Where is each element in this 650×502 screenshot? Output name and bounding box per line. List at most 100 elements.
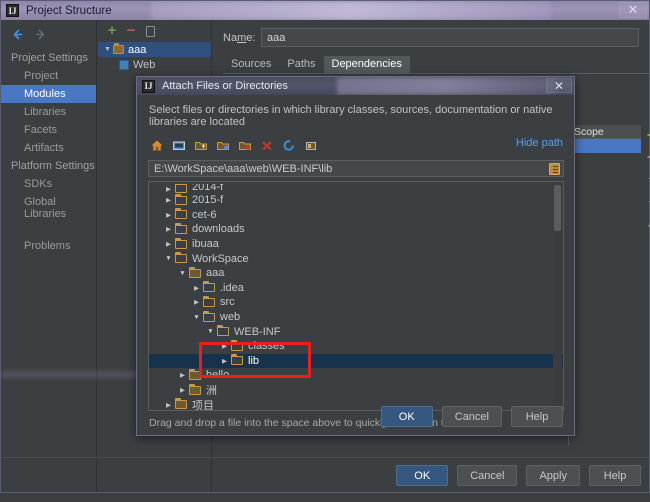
tree-row[interactable]: ▶ ibuaa	[149, 237, 563, 252]
delete-icon[interactable]	[259, 138, 274, 152]
chevron-right-icon[interactable]: ▶	[218, 342, 231, 350]
chevron-right-icon[interactable]: ▶	[162, 196, 175, 204]
chevron-right-icon[interactable]: ▶	[190, 284, 203, 292]
dependency-row-selected[interactable]	[569, 139, 641, 153]
tree-row[interactable]: ▶ downloads	[149, 222, 563, 237]
folder-icon	[175, 208, 187, 220]
scope-column-header[interactable]: Scope	[569, 125, 641, 139]
apply-button[interactable]: Apply	[526, 465, 580, 486]
ok-button[interactable]: OK	[396, 465, 449, 486]
name-label: Name:	[223, 31, 256, 44]
chevron-down-icon[interactable]: ▼	[204, 328, 217, 335]
chevron-right-icon[interactable]: ▶	[162, 211, 175, 219]
tab-sources[interactable]: Sources	[223, 56, 279, 73]
tree-row[interactable]: ▼ web	[149, 310, 563, 325]
tree-row[interactable]: ▼ WorkSpace	[149, 251, 563, 266]
add-dependency-button[interactable]	[646, 128, 650, 141]
tree-row[interactable]: ▶ 2015-f	[149, 193, 563, 208]
tree-row[interactable]: ▶ classes	[149, 339, 563, 354]
dialog-title-bar[interactable]: IJ Attach Files or Directories ✕	[137, 77, 574, 95]
dialog-title: Attach Files or Directories	[162, 80, 288, 92]
module-row-aaa[interactable]: ▼ aaa	[98, 42, 211, 57]
dialog-cancel-button[interactable]: Cancel	[441, 406, 502, 427]
module-row-web[interactable]: Web	[98, 57, 211, 72]
tree-row[interactable]: ▶ 洲	[149, 383, 563, 398]
chevron-right-icon[interactable]: ▶	[190, 298, 203, 306]
tab-dependencies[interactable]: Dependencies	[323, 56, 410, 73]
chevron-down-icon[interactable]: ▼	[162, 255, 175, 262]
help-button[interactable]: Help	[589, 465, 641, 486]
chevron-right-icon[interactable]: ▶	[162, 185, 175, 193]
show-hidden-icon[interactable]	[303, 138, 318, 152]
tree-scrollbar[interactable]	[553, 183, 562, 409]
sidebar-item-libraries[interactable]: Libraries	[1, 103, 96, 121]
dependency-side-toolbar	[641, 124, 650, 454]
sidebar-item-project[interactable]: Project	[1, 67, 96, 85]
remove-module-button[interactable]: −	[125, 23, 137, 38]
chevron-down-icon[interactable]: ▼	[102, 46, 113, 53]
tree-row[interactable]: ▶ .idea	[149, 281, 563, 296]
name-input[interactable]: aaa	[261, 28, 639, 47]
tree-row[interactable]: ▼ aaa	[149, 266, 563, 281]
tree-row-selected[interactable]: ▶ lib	[149, 353, 563, 369]
cancel-button[interactable]: Cancel	[457, 465, 518, 486]
add-module-button[interactable]: +	[106, 23, 118, 38]
sidebar-item-artifacts[interactable]: Artifacts	[1, 139, 96, 157]
edit-button[interactable]	[646, 216, 650, 229]
folder-icon	[203, 310, 215, 322]
remove-dependency-button[interactable]	[646, 150, 650, 163]
dialog-help-button[interactable]: Help	[511, 406, 563, 427]
move-up-button[interactable]	[646, 172, 650, 185]
chevron-right-icon[interactable]: ▶	[218, 357, 231, 365]
copy-module-button[interactable]	[144, 25, 156, 37]
path-input[interactable]: E:\WorkSpace\aaa\web\WEB-INF\lib	[148, 160, 564, 177]
main-title-bar[interactable]: IJ Project Structure ✕	[1, 1, 649, 20]
file-tree[interactable]: ▶ 2014-f ▶ 2015-f ▶ cet-6 ▶ downloads ▶ …	[148, 181, 564, 411]
new-folder-icon[interactable]	[215, 138, 230, 152]
dialog-ok-button[interactable]: OK	[380, 406, 433, 427]
tree-row-label: aaa	[206, 267, 225, 280]
tree-row-label: 2015-f	[192, 194, 224, 207]
tree-row-label: WEB-INF	[234, 325, 281, 338]
modules-toolbar: + −	[98, 20, 211, 42]
tree-row-label: lib	[248, 354, 260, 367]
add-folder-icon[interactable]	[237, 138, 252, 152]
chevron-right-icon[interactable]: ▶	[162, 240, 175, 248]
chevron-down-icon[interactable]: ▼	[176, 270, 189, 277]
chevron-right-icon[interactable]: ▶	[162, 225, 175, 233]
tab-paths[interactable]: Paths	[279, 56, 323, 73]
dialog-description: Select files or directories in which lib…	[149, 104, 553, 128]
tree-row[interactable]: ▶ src	[149, 295, 563, 310]
folder-icon	[175, 184, 187, 193]
tree-row[interactable]: ▶ cet-6	[149, 208, 563, 223]
chevron-right-icon[interactable]: ▶	[176, 386, 189, 394]
close-icon[interactable]: ✕	[546, 78, 572, 93]
sidebar-item-sdks[interactable]: SDKs	[1, 175, 96, 193]
back-arrow-icon[interactable]	[11, 28, 24, 41]
sidebar-header-platform-settings: Platform Settings	[11, 160, 95, 172]
sidebar-item-global-libraries[interactable]: Global Libraries	[1, 193, 96, 223]
chevron-right-icon[interactable]: ▶	[176, 371, 189, 379]
folder-icon	[189, 368, 201, 380]
sidebar-item-modules[interactable]: Modules	[1, 85, 96, 103]
sidebar-item-problems[interactable]: Problems	[1, 237, 96, 255]
home-icon[interactable]	[149, 138, 164, 152]
tree-row[interactable]: ▼ WEB-INF	[149, 324, 563, 339]
move-down-button[interactable]	[646, 194, 650, 207]
forward-arrow-icon[interactable]	[34, 28, 47, 41]
file-tree-rows: ▶ 2014-f ▶ 2015-f ▶ cet-6 ▶ downloads ▶ …	[149, 182, 563, 410]
refresh-icon[interactable]	[281, 138, 296, 152]
chevron-down-icon[interactable]: ▼	[190, 314, 203, 321]
up-folder-icon[interactable]	[193, 138, 208, 152]
sidebar-item-facets[interactable]: Facets	[1, 121, 96, 139]
chevron-right-icon[interactable]: ▶	[162, 401, 175, 409]
tree-row-label: WorkSpace	[192, 252, 249, 265]
tree-row[interactable]: ▶ hello	[149, 368, 563, 383]
browse-icon[interactable]	[549, 162, 560, 175]
tree-scrollbar-thumb[interactable]	[554, 185, 561, 231]
hide-path-link[interactable]: Hide path	[516, 137, 563, 149]
tree-row-label: cet-6	[192, 208, 217, 221]
desktop-icon[interactable]	[171, 138, 186, 152]
tree-row[interactable]: ▶ 2014-f	[149, 184, 563, 193]
close-icon[interactable]: ✕	[619, 2, 647, 18]
